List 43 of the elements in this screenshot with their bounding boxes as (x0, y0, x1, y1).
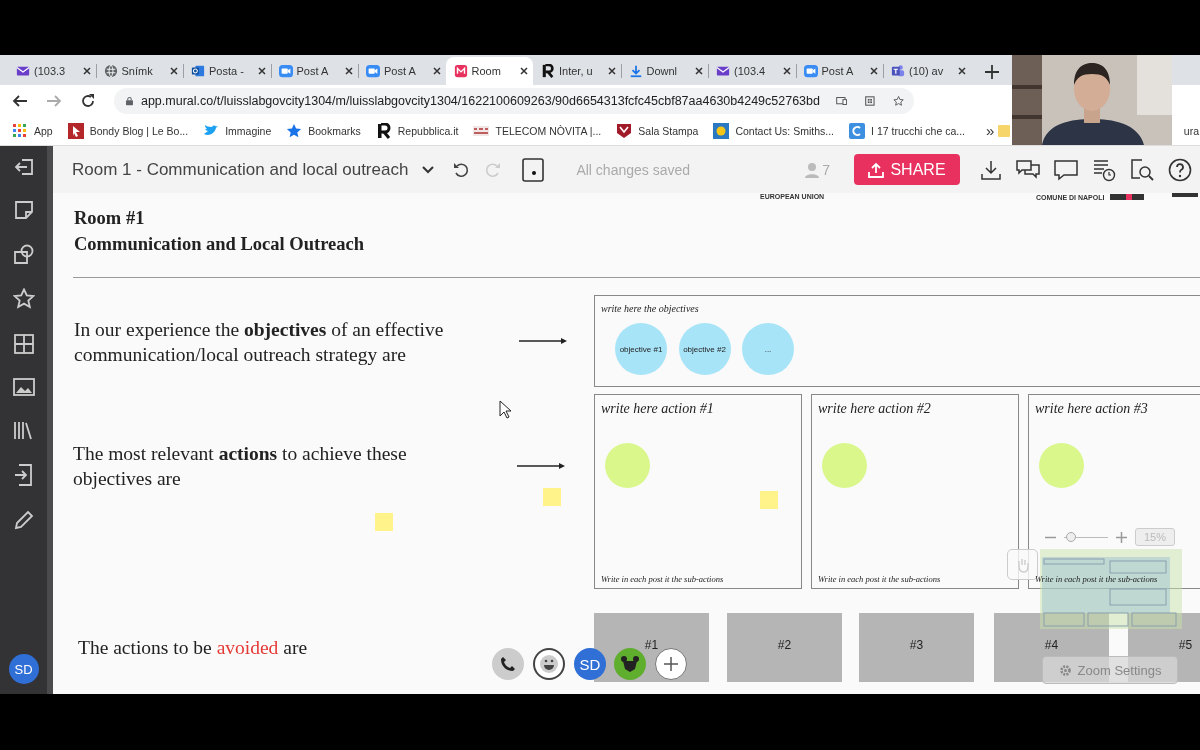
bookmark[interactable]: TELECOM NÒVITA |... (473, 122, 602, 139)
bookmark[interactable]: Contact Us: Smiths... (713, 122, 835, 139)
bookmark-folder[interactable]: ura (1183, 124, 1199, 137)
prompt-text: The actions to be avoided are (78, 636, 309, 660)
browser-tab[interactable]: Downl (620, 57, 708, 85)
user-avatar[interactable]: SD (8, 654, 39, 684)
prompt-text: In our experience the objectives of an effective communication/local outreach strategy are (74, 318, 445, 367)
bookmark[interactable]: Immagine (203, 122, 272, 139)
browser-tab[interactable]: Room (445, 57, 533, 85)
address-bar[interactable]: app.mural.co/t/luisslabgovcity1304/m/luisslabgovcity1304/1622100609263/90d6654313fcfc45cbf87aa4630b4249c52763bd (114, 87, 914, 114)
bookmark[interactable]: Repubblica.it (375, 122, 459, 139)
frame-title: write here the objectives (601, 303, 699, 314)
bookmark[interactable]: Sala Stampa (616, 122, 699, 139)
bookmark[interactable]: App (12, 122, 53, 139)
frame-title: write here action #2 (818, 401, 931, 417)
mural-title[interactable]: Room 1 - Communication and local outreach (72, 159, 409, 180)
frame-footer: Write in each post it the sub-actions (818, 574, 941, 584)
save-status: All changes saved (576, 161, 691, 178)
board-heading: Room #1 (74, 207, 145, 230)
avoid-card[interactable]: #2 (727, 613, 842, 682)
browser-tab[interactable]: Snímk (95, 57, 183, 85)
browser-tab[interactable]: Post A (795, 57, 883, 85)
browser-tab[interactable]: Post A (270, 57, 358, 85)
collaborator-count: 7 (822, 161, 830, 178)
frame-title: write here action #3 (1035, 401, 1148, 417)
bookmark[interactable]: Bookmarks (286, 122, 361, 139)
avoid-card[interactable]: #3 (859, 613, 974, 682)
share-button[interactable]: SHARE (854, 154, 960, 185)
user-avatar[interactable]: SD (574, 648, 606, 680)
prompt-text: The most relevant actions to achieve these objectives are (73, 442, 408, 491)
browser-tab[interactable]: Post A (358, 57, 446, 85)
bookmark[interactable]: I 17 trucchi che ca... (849, 122, 965, 139)
frame-title: write here action #1 (601, 401, 714, 417)
board-heading: Communication and Local Outreach (74, 233, 365, 256)
frame-footer: Write in each post it the sub-actions (1035, 574, 1158, 584)
more-bookmarks-button[interactable]: » (986, 122, 995, 139)
browser-tab[interactable]: Posta - (183, 57, 271, 85)
browser-tab[interactable]: (10) av (883, 57, 971, 85)
frame-footer: Write in each post it the sub-actions (601, 574, 724, 584)
browser-tab[interactable]: (103.4 (708, 57, 796, 85)
browser-tab[interactable]: Inter, u (533, 57, 621, 85)
browser-tab[interactable]: (103.3 (8, 57, 96, 85)
bookmark[interactable]: Bondy Blog | Le Bo... (67, 122, 189, 139)
